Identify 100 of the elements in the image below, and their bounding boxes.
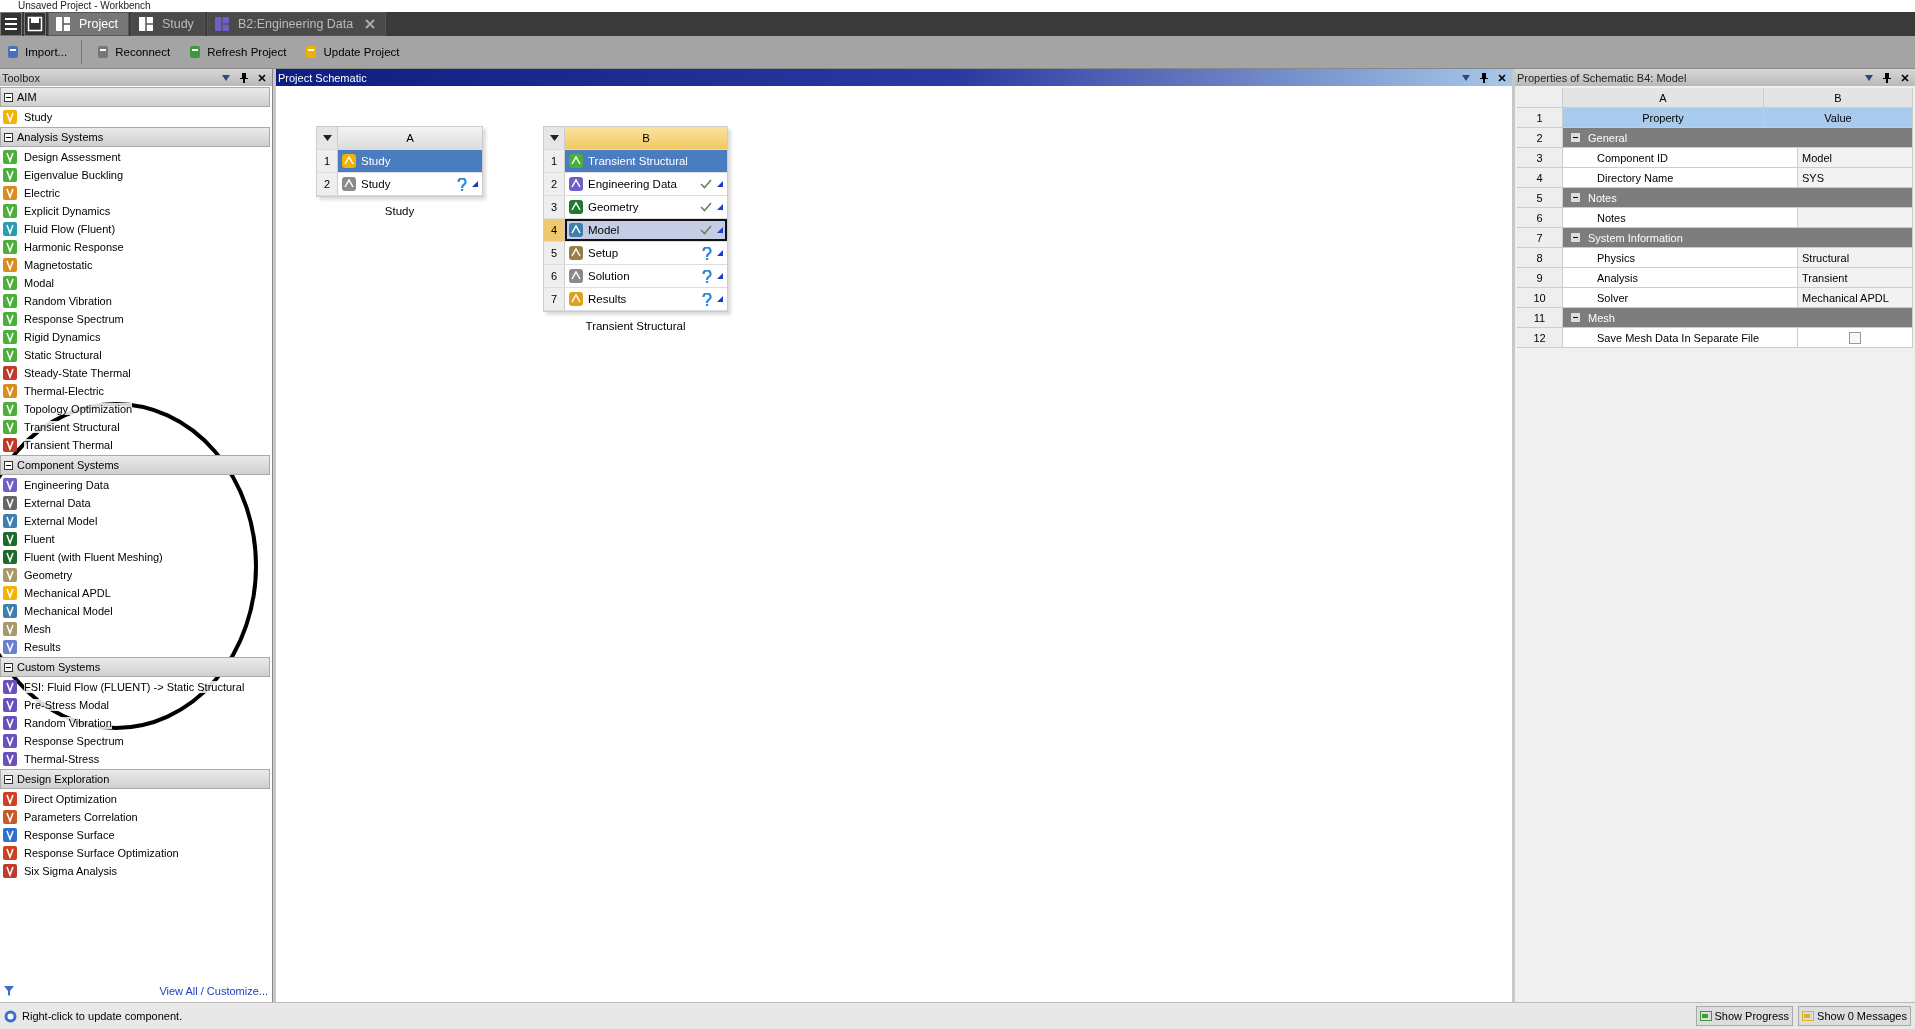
tab[interactable]: Project [48, 12, 129, 36]
dropdown-icon[interactable] [322, 135, 332, 141]
toolbox-item[interactable]: Mechanical APDL [0, 584, 272, 602]
checkbox[interactable] [1849, 331, 1861, 344]
toolbox-item[interactable]: Electric [0, 184, 272, 202]
group-row[interactable]: System Information [1563, 228, 1913, 248]
dropdown-icon[interactable] [222, 74, 230, 81]
toolbox-item[interactable]: Transient Structural [0, 418, 272, 436]
toolbox-item[interactable]: Pre-Stress Modal [0, 696, 272, 714]
collapse-icon[interactable] [4, 132, 13, 142]
toolbox-item[interactable]: Response Surface [0, 826, 272, 844]
system-title-cell[interactable]: Study [338, 150, 482, 172]
toolbox-item[interactable]: External Data [0, 494, 272, 512]
collapse-icon[interactable] [4, 774, 13, 784]
system-cell[interactable]: Solution [565, 265, 727, 287]
toolbox-item[interactable]: Static Structural [0, 346, 272, 364]
toolbox-item[interactable]: Transient Thermal [0, 436, 272, 454]
close-icon[interactable] [1498, 73, 1506, 82]
toolbox-item[interactable]: Response Spectrum [0, 732, 272, 750]
pin-icon[interactable] [1480, 72, 1488, 83]
menu-button[interactable] [0, 12, 22, 36]
toolbox-item[interactable]: Harmonic Response [0, 238, 272, 256]
toolbox-item[interactable]: Thermal-Electric [0, 382, 272, 400]
toolbox-item[interactable]: Explicit Dynamics [0, 202, 272, 220]
group-header[interactable]: Component Systems [0, 455, 270, 475]
toolbox-item[interactable]: Topology Optimization [0, 400, 272, 418]
tab[interactable]: Study [130, 12, 205, 36]
toolbox-item[interactable]: Fluid Flow (Fluent) [0, 220, 272, 238]
property-value[interactable]: Mechanical APDL [1798, 288, 1913, 308]
collapse-icon[interactable] [1571, 133, 1580, 142]
toolbar-button[interactable]: Reconnect [92, 43, 175, 61]
toolbox-item[interactable]: Direct Optimization [0, 790, 272, 808]
property-name: Notes [1563, 208, 1798, 228]
system-block[interactable]: B 1 Transient Structural 2 Engineering Data 3 Geometry 4 Model 5 Setup 6 Solution 7 Results [543, 126, 728, 312]
toolbox-item[interactable]: Steady-State Thermal [0, 364, 272, 382]
toolbox-item[interactable]: Geometry [0, 566, 272, 584]
filter-icon[interactable] [4, 986, 14, 996]
toolbox-item[interactable]: Random Vibration [0, 714, 272, 732]
collapse-icon[interactable] [1571, 193, 1580, 202]
status-button[interactable]: Show Progress [1695, 1006, 1794, 1026]
group-row[interactable]: Notes [1563, 188, 1913, 208]
property-value[interactable]: SYS [1798, 168, 1913, 188]
collapse-icon[interactable] [4, 460, 13, 470]
property-value[interactable]: Model [1798, 148, 1913, 168]
toolbar-button[interactable]: Import... [2, 43, 72, 61]
close-icon[interactable] [1901, 73, 1909, 82]
toolbox-item[interactable]: Response Spectrum [0, 310, 272, 328]
collapse-icon[interactable] [1571, 313, 1580, 322]
toolbox-item[interactable]: Fluent (with Fluent Meshing) [0, 548, 272, 566]
toolbox-item[interactable]: Engineering Data [0, 476, 272, 494]
group-row[interactable]: Mesh [1563, 308, 1913, 328]
toolbox-item[interactable]: Modal [0, 274, 272, 292]
toolbox-item[interactable]: Magnetostatic [0, 256, 272, 274]
save-button[interactable] [24, 12, 46, 36]
toolbox-item[interactable]: Eigenvalue Buckling [0, 166, 272, 184]
system-cell[interactable]: Study [338, 173, 482, 195]
collapse-icon[interactable] [1571, 233, 1580, 242]
system-cell[interactable]: Setup [565, 242, 727, 264]
group-header[interactable]: Custom Systems [0, 657, 270, 677]
toolbox-item[interactable]: External Model [0, 512, 272, 530]
system-title-cell[interactable]: Transient Structural [565, 150, 727, 172]
tab[interactable]: B2:Engineering Data [206, 12, 387, 36]
toolbox-item[interactable]: Random Vibration [0, 292, 272, 310]
collapse-icon[interactable] [4, 662, 13, 672]
toolbar-button[interactable]: Refresh Project [184, 43, 291, 61]
toolbox-item[interactable]: Design Assessment [0, 148, 272, 166]
toolbox-item[interactable]: Study [0, 108, 272, 126]
group-header[interactable]: AIM [0, 87, 270, 107]
column-header: A [1563, 88, 1764, 108]
property-value-field[interactable] [1798, 208, 1913, 228]
view-all-link[interactable]: View All / Customize... [159, 985, 268, 997]
group-header[interactable]: Analysis Systems [0, 127, 270, 147]
corner-icon [472, 181, 478, 187]
system-cell[interactable]: Model [565, 219, 727, 241]
toolbox-item[interactable]: Results [0, 638, 272, 656]
dropdown-icon[interactable] [1865, 74, 1873, 81]
system-cell[interactable]: Results [565, 288, 727, 310]
group-row[interactable]: General [1563, 128, 1913, 148]
toolbox-item[interactable]: Parameters Correlation [0, 808, 272, 826]
dropdown-icon[interactable] [549, 135, 559, 141]
toolbox-item[interactable]: Mechanical Model [0, 602, 272, 620]
system-block[interactable]: A 1 Study 2 Study [316, 126, 483, 197]
pin-icon[interactable] [1883, 72, 1891, 83]
toolbar-button[interactable]: Update Project [300, 43, 404, 61]
panel-title: Toolbox [2, 71, 40, 84]
collapse-icon[interactable] [4, 92, 13, 102]
close-icon[interactable] [258, 73, 266, 82]
system-cell[interactable]: Engineering Data [565, 173, 727, 195]
toolbox-item[interactable]: Rigid Dynamics [0, 328, 272, 346]
pin-icon[interactable] [240, 72, 248, 83]
property-value[interactable]: Structural [1798, 248, 1913, 268]
status-button[interactable]: Show 0 Messages [1798, 1006, 1911, 1026]
group-header[interactable]: Design Exploration [0, 769, 270, 789]
toolbox-item[interactable]: Six Sigma Analysis [0, 862, 272, 880]
toolbox-item[interactable]: Response Surface Optimization [0, 844, 272, 862]
property-value[interactable]: Transient [1798, 268, 1913, 288]
toolbox-item[interactable]: Mesh [0, 620, 272, 638]
toolbox-item[interactable]: Fluent [0, 530, 272, 548]
toolbox-item[interactable]: Thermal-Stress [0, 750, 272, 768]
system-cell[interactable]: Geometry [565, 196, 727, 218]
